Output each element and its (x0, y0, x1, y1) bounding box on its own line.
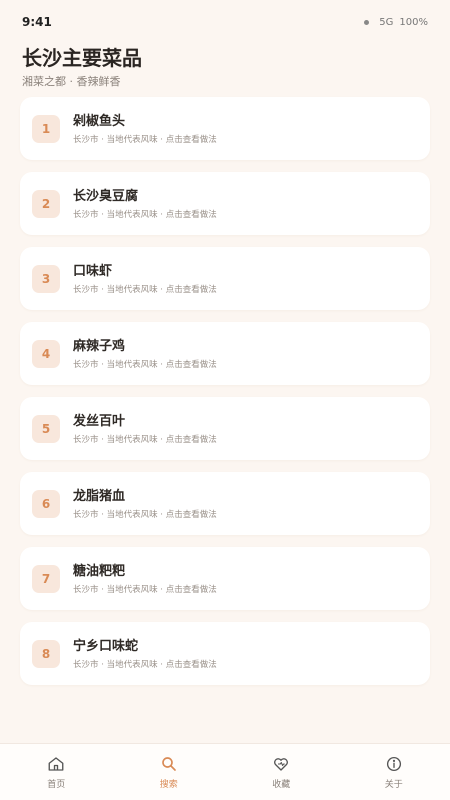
heart-icon (274, 757, 289, 771)
page-subtitle: 湘菜之都 · 香辣鲜香 (22, 75, 121, 88)
dish-card[interactable]: 5 发丝百叶 长沙市 · 当地代表风味 · 点击查看做法 (20, 397, 430, 460)
tab-home-label: 首页 (47, 779, 66, 790)
dish-card[interactable]: 7 糖油粑粑 长沙市 · 当地代表风味 · 点击查看做法 (20, 547, 430, 610)
status-time: 9:41 (22, 15, 52, 29)
dish-name: 麻辣子鸡 (73, 338, 126, 354)
dish-number-badge: 1 (32, 114, 60, 143)
signal-dot-icon (364, 19, 370, 25)
dish-card[interactable]: 2 长沙臭豆腐 长沙市 · 当地代表风味 · 点击查看做法 (20, 172, 430, 235)
bottom-tab-bar: 首页 搜索 收藏 关于 (0, 743, 450, 800)
dish-number-badge: 4 (32, 339, 60, 368)
dish-text: 龙脂猪血 长沙市 · 当地代表风味 · 点击查看做法 (73, 488, 217, 520)
dish-description: 长沙市 · 当地代表风味 · 点击查看做法 (73, 209, 217, 220)
dish-number-badge: 7 (32, 564, 60, 593)
dish-description: 长沙市 · 当地代表风味 · 点击查看做法 (73, 584, 217, 595)
tab-search-label: 搜索 (159, 779, 178, 790)
dish-number-badge: 3 (32, 264, 60, 293)
dish-name: 发丝百叶 (73, 413, 126, 429)
dish-description: 长沙市 · 当地代表风味 · 点击查看做法 (73, 509, 217, 520)
page-title: 长沙主要菜品 (22, 46, 142, 70)
dish-text: 长沙臭豆腐 长沙市 · 当地代表风味 · 点击查看做法 (73, 188, 217, 220)
dish-number-badge: 6 (32, 489, 60, 518)
dish-card[interactable]: 6 龙脂猪血 长沙市 · 当地代表风味 · 点击查看做法 (20, 472, 430, 535)
search-icon (161, 756, 176, 771)
tab-favorites-label: 收藏 (272, 779, 291, 790)
dish-card[interactable]: 8 宁乡口味蛇 长沙市 · 当地代表风味 · 点击查看做法 (20, 622, 430, 685)
dish-card[interactable]: 1 剁椒鱼头 长沙市 · 当地代表风味 · 点击查看做法 (20, 97, 430, 160)
dish-text: 发丝百叶 长沙市 · 当地代表风味 · 点击查看做法 (73, 413, 217, 445)
tab-search[interactable]: 搜索 (113, 744, 226, 800)
dish-text: 宁乡口味蛇 长沙市 · 当地代表风味 · 点击查看做法 (73, 638, 217, 670)
dish-description: 长沙市 · 当地代表风味 · 点击查看做法 (73, 659, 217, 670)
dish-name: 糖油粑粑 (73, 563, 126, 579)
dish-description: 长沙市 · 当地代表风味 · 点击查看做法 (73, 434, 217, 445)
dish-text: 口味虾 长沙市 · 当地代表风味 · 点击查看做法 (73, 263, 217, 295)
dish-name: 口味虾 (73, 263, 113, 279)
network-label: 5G (379, 16, 394, 28)
status-bar: 9:41 5G 100% (0, 0, 450, 44)
dish-number-badge: 5 (32, 414, 60, 443)
dish-card[interactable]: 3 口味虾 长沙市 · 当地代表风味 · 点击查看做法 (20, 247, 430, 310)
info-icon (386, 756, 401, 771)
dish-list: 1 剁椒鱼头 长沙市 · 当地代表风味 · 点击查看做法 2 长沙臭豆腐 长沙市… (20, 97, 430, 697)
home-icon (48, 756, 64, 771)
tab-about[interactable]: 关于 (338, 744, 450, 800)
dish-text: 剁椒鱼头 长沙市 · 当地代表风味 · 点击查看做法 (73, 113, 217, 145)
dish-name: 剁椒鱼头 (73, 113, 126, 129)
tab-favorites[interactable]: 收藏 (225, 744, 338, 800)
dish-description: 长沙市 · 当地代表风味 · 点击查看做法 (73, 284, 217, 295)
dish-text: 糖油粑粑 长沙市 · 当地代表风味 · 点击查看做法 (73, 563, 217, 595)
status-indicators: 5G 100% (364, 17, 428, 28)
dish-number-badge: 2 (32, 189, 60, 218)
tab-about-label: 关于 (384, 779, 403, 790)
dish-number-badge: 8 (32, 639, 60, 668)
dish-description: 长沙市 · 当地代表风味 · 点击查看做法 (73, 359, 217, 370)
dish-description: 长沙市 · 当地代表风味 · 点击查看做法 (73, 134, 217, 145)
dish-name: 宁乡口味蛇 (73, 638, 139, 654)
dish-card[interactable]: 4 麻辣子鸡 长沙市 · 当地代表风味 · 点击查看做法 (20, 322, 430, 385)
dish-name: 长沙臭豆腐 (73, 188, 139, 204)
battery-label: 100% (399, 16, 428, 28)
dish-text: 麻辣子鸡 长沙市 · 当地代表风味 · 点击查看做法 (73, 338, 217, 370)
tab-home[interactable]: 首页 (0, 744, 113, 800)
dish-name: 龙脂猪血 (73, 488, 126, 504)
header: 长沙主要菜品 湘菜之都 · 香辣鲜香 (22, 44, 428, 89)
